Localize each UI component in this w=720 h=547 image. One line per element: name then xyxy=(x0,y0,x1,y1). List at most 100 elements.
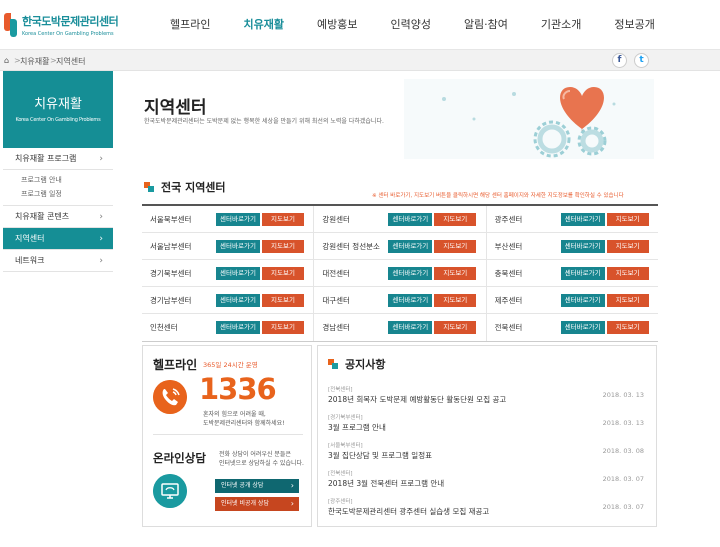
notice-item-title[interactable]: 2018년 회복자 도박문제 예방활동단 활동단원 모집 공고 xyxy=(328,394,506,405)
nav-rehab[interactable]: 치유재활 xyxy=(243,16,283,32)
sidebar-item-rehab-content[interactable]: 치유재활 콘텐츠 › xyxy=(3,206,113,228)
page-title: 지역센터 xyxy=(144,98,207,118)
center-name: 강원센터 xyxy=(322,214,350,224)
notice-item[interactable]: [전북센터] 2018년 회복자 도박문제 예방활동단 활동단원 모집 공고 201… xyxy=(328,382,648,410)
helpline-number[interactable]: 1336 xyxy=(199,372,277,406)
notice-item-title[interactable]: 한국도박문제관리센터 광주센터 실습생 모집 재공고 xyxy=(328,506,489,517)
center-name: 인천센터 xyxy=(150,323,178,332)
private-counseling-button[interactable]: 인터넷 비공개 상담 › xyxy=(215,497,299,511)
notice-item-title[interactable]: 2018년 3월 전북센터 프로그램 안내 xyxy=(328,478,444,489)
center-map-button[interactable]: 지도보기 xyxy=(262,321,304,334)
center-name: 강원센터 정선분소 xyxy=(322,241,380,251)
center-cell: 경기남부센터 센터바로가기 지도보기 xyxy=(142,287,315,313)
notice-category: [전북센터] xyxy=(328,387,353,393)
center-map-button[interactable]: 지도보기 xyxy=(434,293,477,307)
logo-mark-icon xyxy=(4,11,18,39)
center-homepage-button[interactable]: 센터바로가기 xyxy=(560,293,605,307)
center-homepage-button[interactable]: 센터바로가기 xyxy=(388,293,433,307)
nav-helpline[interactable]: 헬프라인 xyxy=(170,16,210,32)
page-description: 한국도박문제관리센터는 도박문제 없는 행복한 세상을 만들기 위해 최선의 노… xyxy=(144,118,384,125)
nav-about[interactable]: 기관소개 xyxy=(541,16,581,32)
home-icon[interactable]: ⌂ xyxy=(4,56,9,65)
center-homepage-button[interactable]: 센터바로가기 xyxy=(560,212,605,226)
center-homepage-button[interactable]: 센터바로가기 xyxy=(216,321,260,334)
site-logo[interactable]: 한국도박문제관리센터 Korea Center On Gambling Prob… xyxy=(4,7,124,43)
center-homepage-button[interactable]: 센터바로가기 xyxy=(388,321,433,334)
notice-item-title[interactable]: 3월 프로그램 안내 xyxy=(328,422,386,433)
chevron-right-icon: › xyxy=(99,233,103,244)
center-map-button[interactable]: 지도보기 xyxy=(434,212,477,226)
notice-date: 2018. 03. 08 xyxy=(602,447,644,455)
center-map-button[interactable]: 지도보기 xyxy=(262,266,304,280)
center-name: 대전센터 xyxy=(322,268,350,278)
center-name: 경기북부센터 xyxy=(150,268,192,278)
notice-item[interactable]: [서울북부센터] 3월 집단상담 및 프로그램 일정표 2018. 03. 08 xyxy=(328,438,648,466)
center-map-button[interactable]: 지도보기 xyxy=(606,212,649,226)
center-row: 인천센터 센터바로가기 지도보기 경남센터 센터바로가기 지도보기 전북센터 센터바로가기 지도… xyxy=(142,314,658,341)
nav-prevention[interactable]: 예방홍보 xyxy=(317,16,357,32)
notice-item[interactable]: [전북센터] 2018년 3월 전북센터 프로그램 안내 2018. 03. 07 xyxy=(328,466,648,494)
notice-item[interactable]: [경기북부센터] 3월 프로그램 안내 2018. 03. 13 xyxy=(328,410,648,438)
center-cell: 대전센터 센터바로가기 지도보기 xyxy=(314,260,487,286)
notice-category: [서울북부센터] xyxy=(328,443,363,449)
logo-subtitle: Korea Center On Gambling Problems xyxy=(22,31,114,37)
center-homepage-button[interactable]: 센터바로가기 xyxy=(388,266,433,280)
center-name: 전북센터 xyxy=(494,323,523,332)
sidebar-item-rehab-program[interactable]: 치유재활 프로그램 › xyxy=(3,148,113,170)
center-cell: 서울북부센터 센터바로가기 지도보기 xyxy=(142,206,315,232)
center-homepage-button[interactable]: 센터바로가기 xyxy=(560,266,605,280)
button-label: 인터넷 공개 상담 xyxy=(221,482,264,489)
section-mark-icon xyxy=(144,182,154,192)
sidebar-item-network[interactable]: 네트워크 › xyxy=(3,250,113,272)
sidebar-item-label: 치유재활 프로그램 xyxy=(15,154,77,163)
center-map-button[interactable]: 지도보기 xyxy=(262,239,304,253)
center-map-button[interactable]: 지도보기 xyxy=(606,321,649,334)
center-cell: 부산센터 센터바로가기 지도보기 xyxy=(487,233,658,259)
notice-title: 공지사항 xyxy=(345,358,386,371)
center-homepage-button[interactable]: 센터바로가기 xyxy=(388,239,433,253)
notice-item[interactable]: [광주센터] 한국도박문제관리센터 광주센터 실습생 모집 재공고 2018. 03… xyxy=(328,494,648,522)
center-map-button[interactable]: 지도보기 xyxy=(434,266,477,280)
notice-item-title[interactable]: 3월 집단상담 및 프로그램 일정표 xyxy=(328,450,432,461)
center-homepage-button[interactable]: 센터바로가기 xyxy=(216,212,260,226)
center-homepage-button[interactable]: 센터바로가기 xyxy=(216,266,260,280)
center-homepage-button[interactable]: 센터바로가기 xyxy=(388,212,433,226)
sidebar-submenu: 프로그램 안내 프로그램 일정 xyxy=(3,170,113,206)
nav-notice[interactable]: 알림·참여 xyxy=(464,16,508,32)
twitter-icon[interactable]: t xyxy=(634,53,649,68)
center-homepage-button[interactable]: 센터바로가기 xyxy=(560,239,605,253)
center-cell: 경남센터 센터바로가기 지도보기 xyxy=(314,314,487,341)
online-desc-line1: 전화 상담이 어려우신 분들은 xyxy=(219,451,291,458)
center-row: 경기북부센터 센터바로가기 지도보기 대전센터 센터바로가기 지도보기 충북센터 센터바로가기… xyxy=(142,260,658,287)
sidebar-subitem-program-info[interactable]: 프로그램 안내 xyxy=(3,173,113,187)
chevron-right-icon: › xyxy=(99,153,103,164)
breadcrumb-rehab[interactable]: 치유재활 xyxy=(20,56,49,67)
phone-icon xyxy=(153,380,187,414)
regional-centers-header: 전국 지역센터 xyxy=(144,179,226,195)
center-map-button[interactable]: 지도보기 xyxy=(434,239,477,253)
nav-training[interactable]: 인력양성 xyxy=(390,16,430,32)
logo-title: 한국도박문제관리센터 xyxy=(22,15,119,28)
center-map-button[interactable]: 지도보기 xyxy=(262,212,304,226)
center-map-button[interactable]: 지도보기 xyxy=(434,321,477,334)
nav-disclosure[interactable]: 정보공개 xyxy=(614,16,654,32)
sidebar-item-label: 지역센터 xyxy=(15,234,45,243)
main-nav: 헬프라인 치유재활 예방홍보 인력양성 알림·참여 기관소개 정보공개 xyxy=(170,16,655,32)
center-map-button[interactable]: 지도보기 xyxy=(606,239,649,253)
center-homepage-button[interactable]: 센터바로가기 xyxy=(560,321,605,334)
center-homepage-button[interactable]: 센터바로가기 xyxy=(216,293,260,307)
sidebar-subitem-program-schedule[interactable]: 프로그램 일정 xyxy=(3,187,113,201)
center-map-button[interactable]: 지도보기 xyxy=(262,293,304,307)
regional-centers-table: 서울북부센터 센터바로가기 지도보기 강원센터 센터바로가기 지도보기 광주센터 센터바로가기… xyxy=(142,204,658,342)
center-homepage-button[interactable]: 센터바로가기 xyxy=(216,239,260,253)
chevron-right-icon: › xyxy=(290,499,294,508)
center-map-button[interactable]: 지도보기 xyxy=(606,266,649,280)
notice-category: [광주센터] xyxy=(328,499,353,505)
sidebar-item-regional-center[interactable]: 지역센터 › xyxy=(3,228,113,250)
notice-date: 2018. 03. 07 xyxy=(602,503,644,511)
center-map-button[interactable]: 지도보기 xyxy=(606,293,649,307)
public-counseling-button[interactable]: 인터넷 공개 상담 › xyxy=(215,479,299,493)
online-counseling-title: 온라인상담 xyxy=(153,451,206,465)
sidebar: 치유재활 Korea Center On Gambling Problems 치… xyxy=(3,71,113,547)
facebook-icon[interactable]: f xyxy=(612,53,627,68)
